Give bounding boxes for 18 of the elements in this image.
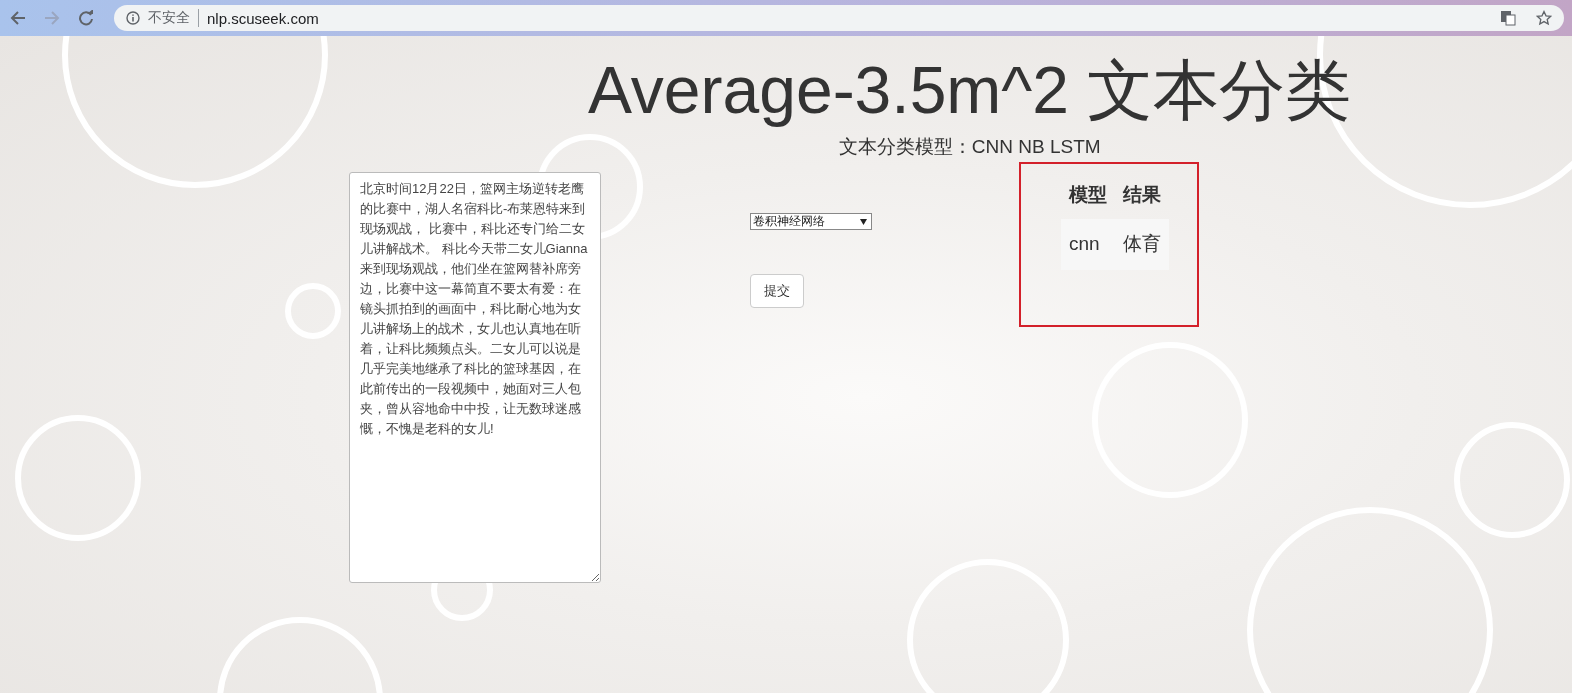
url-text: nlp.scuseek.com (207, 9, 319, 27)
text-input-field[interactable]: 北京时间12月22日，篮网主场逆转老鹰的比赛中，湖人名宿科比-布莱恩特来到现场观战， 比赛中，科比还专门给二女儿讲解战术。 科比今天带二女儿Gianna来到现场观战，他们坐在篮网替补席旁边，比赛中这一幕简直不要太有爱：在镜头抓拍到的画面中，科比耐心地为女儿讲解场上的战术，女儿也认真地在听着，让科比频频点头。二女儿可以说是几乎完美地继承了科比的篮球基因，在此前传出的一段视频中，她面对三人包夹，曾从容地命中中投，让无数球迷感慨，不愧是老科的女儿! (349, 172, 601, 583)
info-icon[interactable] (126, 11, 140, 25)
column-header: 模型 (1061, 172, 1115, 219)
table-cell: 体育 (1115, 219, 1169, 270)
page-title: Average-3.5m^2 文本分类 (588, 54, 1352, 126)
model-dropdown[interactable]: 卷积神经网络 (750, 213, 872, 230)
address-bar[interactable]: 不安全 nlp.scuseek.com (114, 5, 1564, 31)
reload-icon[interactable] (78, 10, 94, 26)
page-subtitle: 文本分类模型：CNN NB LSTM (838, 136, 1101, 158)
translate-icon[interactable] (1500, 10, 1516, 26)
column-header: 结果 (1115, 172, 1169, 219)
dropdown-arrow-icon (860, 218, 867, 225)
bookmark-star-icon[interactable] (1536, 10, 1552, 26)
security-label: 不安全 (148, 9, 199, 27)
submit-button[interactable]: 提交 (750, 274, 804, 308)
table-cell: cnn (1061, 219, 1115, 270)
back-icon[interactable] (10, 10, 26, 26)
